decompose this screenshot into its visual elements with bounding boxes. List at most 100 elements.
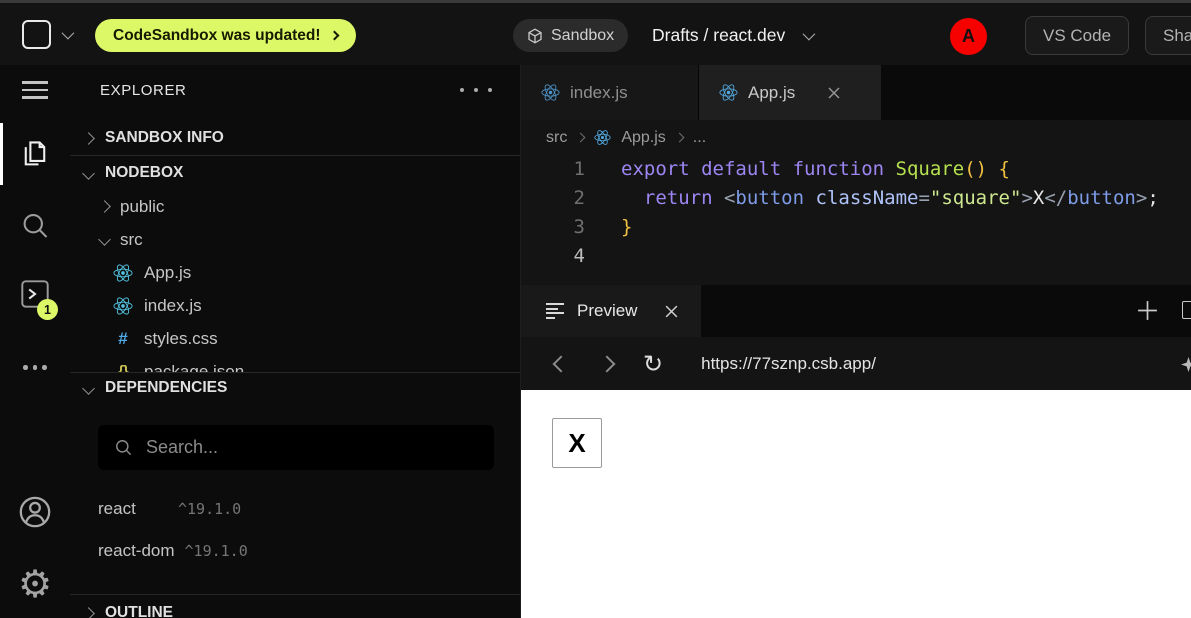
- dependency-row-react-dom[interactable]: react-dom ^19.1.0: [70, 530, 520, 572]
- sandbox-badge[interactable]: Sandbox: [513, 19, 628, 52]
- back-icon[interactable]: [553, 355, 570, 372]
- code-text: export default function Square() {: [585, 155, 1010, 184]
- code-token: button: [1067, 187, 1136, 209]
- person-icon: [18, 495, 52, 529]
- tree-item-src[interactable]: src: [70, 223, 520, 256]
- section-nodebox[interactable]: NODEBOX: [70, 156, 520, 190]
- dependency-name: react-dom: [98, 541, 175, 561]
- share-button-label: Share: [1163, 26, 1191, 46]
- preview-urlbar: ↻ https://77sznp.csb.app/: [521, 337, 1191, 390]
- section-outline[interactable]: OUTLINE: [70, 595, 520, 618]
- tree-item-public[interactable]: public: [70, 190, 520, 223]
- chevron-down-icon: [82, 382, 95, 395]
- vscode-button[interactable]: VS Code: [1025, 16, 1129, 55]
- search-input[interactable]: [146, 437, 478, 458]
- activity-bar: 1 ⚙: [0, 65, 70, 618]
- tree-item-styles-css[interactable]: # styles.css: [70, 322, 520, 355]
- code-token: =: [918, 187, 929, 209]
- code-token: (): [964, 158, 987, 180]
- preview-content: X: [521, 390, 1191, 618]
- tree-item-label: package.json: [144, 362, 244, 373]
- tree-item-app-js[interactable]: App.js: [70, 256, 520, 289]
- sandbox-badge-label: Sandbox: [551, 27, 614, 45]
- breadcrumb-text: Drafts / react.dev: [652, 25, 785, 46]
- chevron-down-icon: [98, 233, 111, 246]
- line-number: 1: [521, 155, 585, 184]
- code-editor[interactable]: 1export default function Square() {2 ret…: [521, 155, 1191, 285]
- workspace-menu-button[interactable]: [22, 20, 71, 49]
- section-dependencies[interactable]: DEPENDENCIES: [70, 373, 520, 403]
- explorer-sidebar: EXPLORER SANDBOX INFO NODEBOX public: [70, 65, 521, 618]
- code-token: }: [621, 216, 632, 238]
- vscode-button-label: VS Code: [1043, 26, 1111, 46]
- code-line: 3}: [521, 213, 1191, 242]
- chevron-down-icon: [62, 27, 75, 40]
- breadcrumb-folder[interactable]: src: [546, 129, 567, 147]
- tab-label: App.js: [748, 83, 795, 103]
- terminal-view-icon[interactable]: [0, 279, 70, 309]
- explorer-header: EXPLORER: [70, 65, 520, 115]
- close-icon: [827, 86, 841, 100]
- dependency-name: react: [98, 499, 168, 519]
- more-actions-icon[interactable]: [0, 365, 70, 370]
- code-token: export default function: [621, 158, 896, 180]
- layout-icon[interactable]: [1182, 301, 1191, 319]
- line-number: 4: [521, 242, 585, 271]
- dependency-search: [98, 425, 494, 470]
- list-icon: [546, 303, 564, 319]
- tree-item-label: styles.css: [144, 329, 218, 349]
- refresh-icon[interactable]: ↻: [643, 352, 663, 376]
- tree-item-package-json[interactable]: {} package.json: [70, 355, 520, 372]
- breadcrumb-more[interactable]: ...: [693, 129, 706, 147]
- tab-label: index.js: [570, 83, 628, 103]
- dependency-version: ^19.1.0: [185, 542, 248, 560]
- dependency-version: ^19.1.0: [178, 500, 241, 518]
- explorer-icon[interactable]: [0, 139, 70, 169]
- chevron-right-icon: [82, 132, 95, 145]
- account-icon[interactable]: [0, 495, 70, 529]
- tree-item-index-js[interactable]: index.js: [70, 289, 520, 322]
- forward-icon[interactable]: [599, 355, 616, 372]
- tab-app-js[interactable]: App.js: [699, 65, 881, 120]
- project-breadcrumb[interactable]: Drafts / react.dev: [652, 3, 812, 65]
- breadcrumb-file[interactable]: App.js: [621, 129, 665, 147]
- settings-icon[interactable]: ⚙: [0, 567, 70, 601]
- code-token: </: [1044, 187, 1067, 209]
- tab-index-js[interactable]: index.js: [521, 65, 699, 120]
- chevron-right-icon: [576, 133, 586, 143]
- avatar[interactable]: A: [950, 18, 987, 55]
- code-text: }: [585, 213, 632, 242]
- close-icon: [664, 304, 679, 319]
- search-view-icon[interactable]: [0, 211, 70, 241]
- terminal-count-badge: 1: [37, 299, 58, 320]
- code-token: >: [1136, 187, 1147, 209]
- close-tab-button[interactable]: [827, 86, 841, 100]
- code-line: 4: [521, 242, 1191, 271]
- code-token: [621, 187, 644, 209]
- menu-icon[interactable]: [0, 81, 70, 99]
- section-label: OUTLINE: [105, 604, 173, 618]
- close-preview-button[interactable]: [664, 304, 679, 319]
- section-sandbox-info[interactable]: SANDBOX INFO: [70, 121, 520, 155]
- add-preview-button[interactable]: [1136, 299, 1159, 322]
- update-banner[interactable]: CodeSandbox was updated!: [95, 19, 356, 52]
- section-label: NODEBOX: [105, 164, 183, 182]
- dependency-row-react[interactable]: react ^19.1.0: [70, 488, 520, 530]
- sparkle-icon[interactable]: [1181, 357, 1191, 372]
- share-button[interactable]: Share: [1145, 16, 1191, 55]
- code-token: {: [999, 158, 1010, 180]
- react-icon: [113, 296, 133, 316]
- react-icon: [113, 263, 133, 283]
- chevron-right-icon: [674, 133, 684, 143]
- preview-url[interactable]: https://77sznp.csb.app/: [701, 354, 876, 374]
- explorer-more-icon[interactable]: [460, 88, 492, 92]
- code-token: className: [816, 187, 919, 209]
- chevron-down-icon: [82, 167, 95, 180]
- code-line: 1export default function Square() {: [521, 155, 1191, 184]
- update-banner-label: CodeSandbox was updated!: [113, 27, 321, 45]
- code-text: return <button className="square">X</but…: [585, 184, 1159, 213]
- files-icon: [20, 139, 50, 169]
- preview-tab[interactable]: Preview: [521, 285, 701, 337]
- square-button[interactable]: X: [552, 418, 602, 468]
- tree-item-label: App.js: [144, 263, 191, 283]
